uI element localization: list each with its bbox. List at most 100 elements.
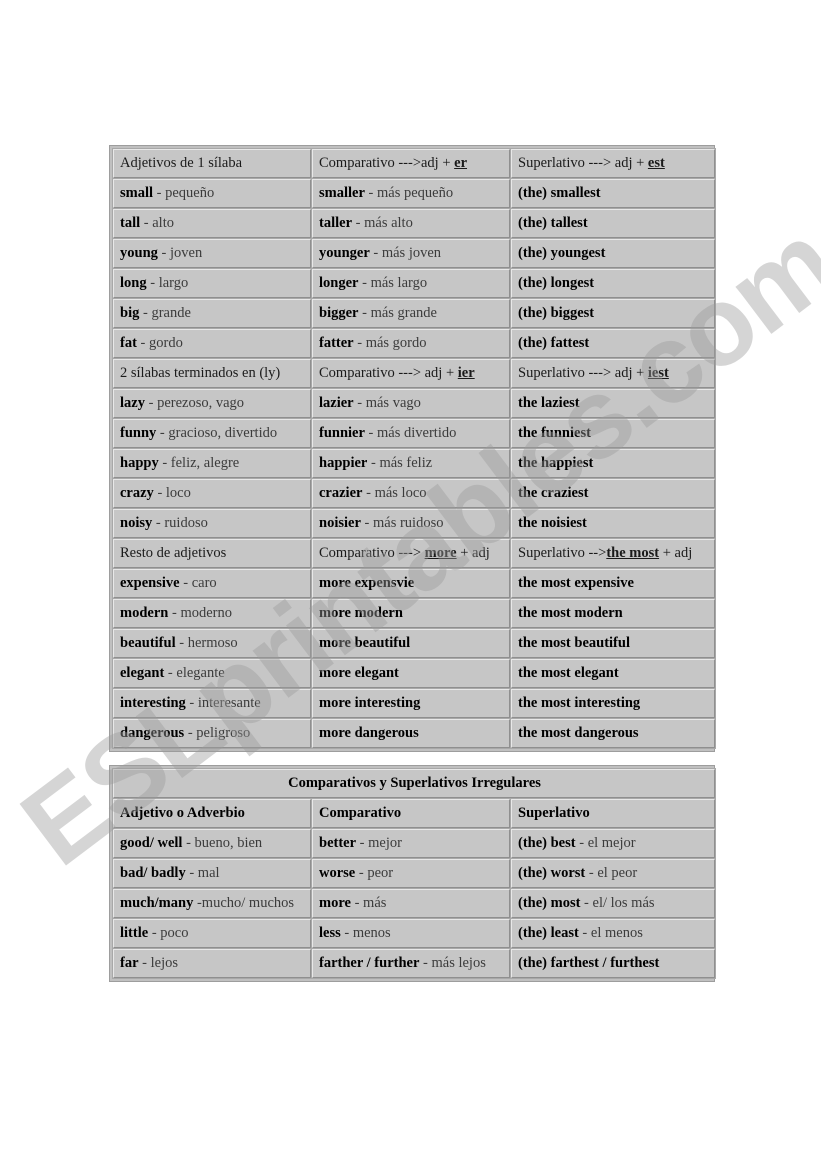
adjective-cell: happy - feliz, alegre bbox=[113, 449, 311, 478]
superlative-english: (the) longest bbox=[518, 274, 595, 291]
adjective-spanish: feliz, alegre bbox=[170, 454, 240, 471]
adjective-english: tall bbox=[120, 214, 141, 231]
table-row: expensive - caro more expensvie the most e… bbox=[113, 569, 715, 598]
group-header-category-label: Resto de adjetivos bbox=[120, 544, 227, 561]
table-row: bad/ badly - mal worse - peor (the) worst … bbox=[113, 859, 715, 888]
adjective-english: interesting bbox=[120, 694, 186, 711]
adjective-cell: bad/ badly - mal bbox=[113, 859, 311, 888]
superlative-spanish: el peor bbox=[597, 864, 638, 881]
superlative-english: (the) most bbox=[518, 894, 581, 911]
adjective-cell: young - joven bbox=[113, 239, 311, 268]
adjective-spanish: lejos bbox=[150, 954, 178, 971]
group-header-comparative-cell: Comparativo --->adj + er bbox=[312, 149, 510, 178]
comparative-english: taller bbox=[319, 214, 353, 231]
group-header-category-label: Adjetivos de 1 sílaba bbox=[120, 154, 243, 171]
comparative-separator: - bbox=[358, 274, 371, 291]
adjective-cell: modern - moderno bbox=[113, 599, 311, 628]
superlative-rule-keyword: iest bbox=[647, 364, 669, 381]
adjective-english: little bbox=[120, 924, 149, 941]
table-row-group-header: Resto de adjetivos Comparativo ---> more … bbox=[113, 539, 715, 568]
comparative-english: noisier bbox=[319, 514, 361, 531]
adjective-spanish: hermoso bbox=[187, 634, 238, 651]
adjective-separator: - bbox=[164, 664, 177, 681]
superlative-english: the most beautiful bbox=[518, 634, 630, 651]
comparative-cell: worse - peor bbox=[312, 859, 510, 888]
table-row-group-header: Adjetivos de 1 sílaba Comparativo --->adj… bbox=[113, 149, 715, 178]
superlative-rule-prefix: Superlativo ---> adj + bbox=[518, 364, 648, 381]
adjective-separator: - bbox=[156, 424, 169, 441]
superlative-english: the most modern bbox=[518, 604, 623, 621]
comparative-separator: - bbox=[352, 214, 365, 231]
adjective-english: young bbox=[120, 244, 158, 261]
adjective-spanish: pequeño bbox=[165, 184, 215, 201]
adjective-separator: - bbox=[136, 334, 150, 351]
superlative-cell: the happiest bbox=[511, 449, 715, 478]
adjective-separator: - bbox=[144, 394, 158, 411]
comparative-spanish: más divertido bbox=[377, 424, 457, 441]
superlative-cell: (the) tallest bbox=[511, 209, 715, 238]
comparative-spanish: más ruidoso bbox=[372, 514, 444, 531]
superlative-english: (the) tallest bbox=[518, 214, 588, 231]
adjective-cell: big - grande bbox=[113, 299, 311, 328]
comparative-english: longer bbox=[319, 274, 359, 291]
comparative-english: fatter bbox=[319, 334, 354, 351]
comparative-separator: - bbox=[358, 304, 371, 321]
adjective-cell: noisy - ruidoso bbox=[113, 509, 311, 538]
superlative-cell: (the) youngest bbox=[511, 239, 715, 268]
comparative-rule: Comparativo ---> more + adj bbox=[319, 545, 490, 561]
superlative-english: (the) worst bbox=[518, 864, 586, 881]
comparative-cell: taller - más alto bbox=[312, 209, 510, 238]
adjective-cell: expensive - caro bbox=[113, 569, 311, 598]
superlative-separator: - bbox=[578, 924, 591, 941]
adjective-separator: - bbox=[153, 184, 166, 201]
adjective-spanish: gordo bbox=[149, 334, 183, 351]
superlative-english: (the) least bbox=[518, 924, 579, 941]
comparative-separator: - bbox=[367, 454, 380, 471]
table-row: beautiful - hermoso more beautiful the mos… bbox=[113, 629, 715, 658]
table-row-title: Comparativos y Superlativos Irregulares bbox=[113, 769, 715, 798]
superlative-english: (the) fattest bbox=[518, 334, 590, 351]
table-row: little - poco less - menos (the) least - e… bbox=[113, 919, 715, 948]
table-row: much/many -mucho/ muchos more - más (the) … bbox=[113, 889, 715, 918]
adjective-english: bad/ badly bbox=[120, 864, 186, 881]
comparative-cell: more - más bbox=[312, 889, 510, 918]
adjective-english: far bbox=[120, 954, 139, 971]
adjective-cell: fat - gordo bbox=[113, 329, 311, 358]
adjective-cell: much/many -mucho/ muchos bbox=[113, 889, 311, 918]
adjective-separator: - bbox=[179, 574, 192, 591]
comparative-rule-prefix: Comparativo --->adj + bbox=[319, 154, 455, 171]
group-header-superlative-cell: Superlativo -->the most + adj bbox=[511, 539, 715, 568]
comparative-english: more bbox=[319, 894, 351, 911]
adjective-separator: - bbox=[148, 924, 161, 941]
group-header-category-cell: Resto de adjetivos bbox=[113, 539, 311, 568]
adjective-separator: - bbox=[152, 514, 165, 531]
adjective-cell: funny - gracioso, divertido bbox=[113, 419, 311, 448]
comparative-cell: smaller - más pequeño bbox=[312, 179, 510, 208]
comparative-english: more elegant bbox=[319, 664, 399, 681]
comparative-separator: - bbox=[364, 184, 377, 201]
superlative-spanish: el mejor bbox=[587, 834, 636, 851]
superlative-cell: (the) longest bbox=[511, 269, 715, 298]
adjective-spanish: alto bbox=[152, 214, 174, 231]
table-row: noisy - ruidoso noisier - más ruidoso the … bbox=[113, 509, 715, 538]
group-header-comparative-cell: Comparativo ---> more + adj bbox=[312, 539, 510, 568]
adjective-separator: - bbox=[168, 604, 181, 621]
comparative-spanish: más lejos bbox=[431, 954, 486, 971]
adjective-english: noisy bbox=[120, 514, 153, 531]
adjective-separator: - bbox=[138, 954, 151, 971]
superlative-rule: Superlativo ---> adj + iest bbox=[518, 365, 669, 381]
adjective-spanish: ruidoso bbox=[164, 514, 208, 531]
comparative-cell: bigger - más grande bbox=[312, 299, 510, 328]
comparative-spanish: más feliz bbox=[379, 454, 433, 471]
superlative-cell: (the) biggest bbox=[511, 299, 715, 328]
adjective-separator: - bbox=[157, 244, 170, 261]
table-row: lazy - perezoso, vago lazier - más vago th… bbox=[113, 389, 715, 418]
comparative-separator: - bbox=[362, 484, 375, 501]
adjective-separator: - bbox=[153, 484, 166, 501]
table-row: interesting - interesante more interestin… bbox=[113, 689, 715, 718]
comparative-spanish: más bbox=[363, 894, 387, 911]
comparative-english: better bbox=[319, 834, 357, 851]
superlative-english: (the) smallest bbox=[518, 184, 601, 201]
adjective-english: funny bbox=[120, 424, 157, 441]
adjective-cell: tall - alto bbox=[113, 209, 311, 238]
